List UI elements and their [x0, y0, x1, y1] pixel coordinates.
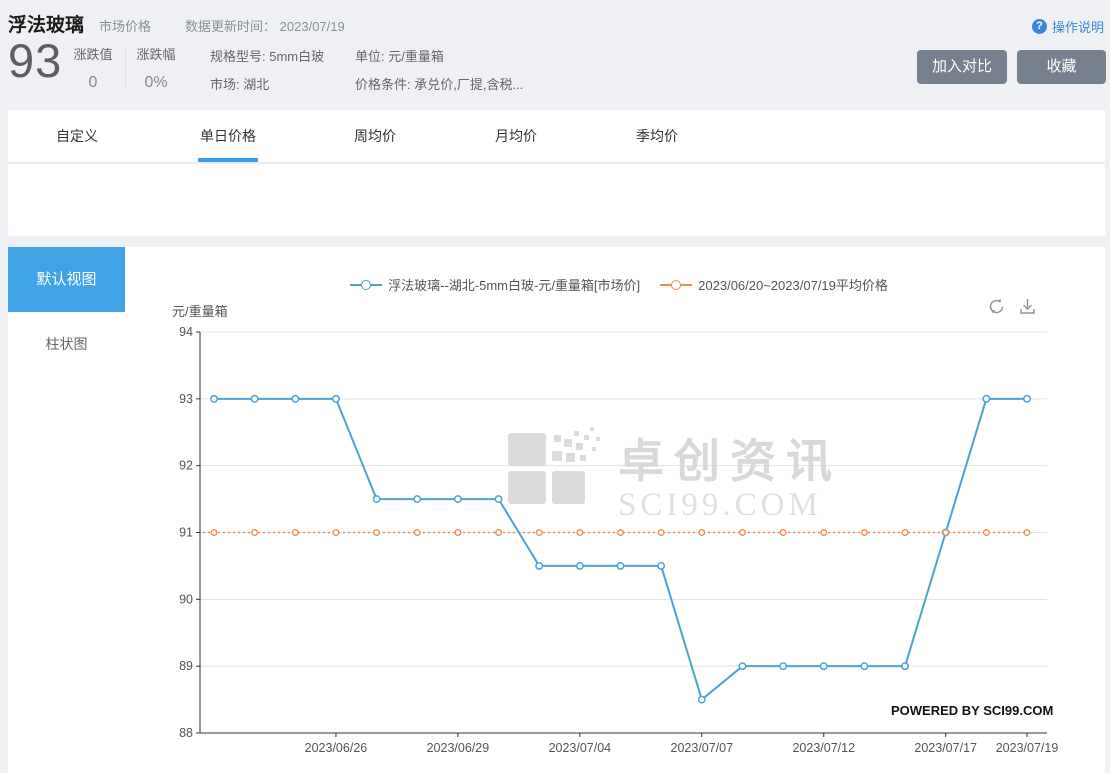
svg-text:89: 89	[179, 659, 193, 673]
update-time: 数据更新时间： 2023/07/19	[185, 16, 345, 35]
price-type-tabbar: 自定义 单日价格 周均价 月均价 季均价	[8, 110, 1105, 163]
update-time-label: 数据更新时间：	[185, 19, 276, 34]
tab-custom[interactable]: 自定义	[56, 110, 98, 162]
sidebar-item-bar-chart[interactable]: 柱状图	[8, 333, 125, 355]
svg-text:2023/07/07: 2023/07/07	[671, 741, 734, 755]
chart-panel: 默认视图 柱状图 浮法玻璃--湖北-5mm白玻-元/重量箱[市场价] 2023/…	[8, 247, 1105, 773]
favorite-button[interactable]: 收藏	[1017, 50, 1106, 84]
y-axis-unit-label: 元/重量箱	[172, 301, 228, 320]
tab-monthly-avg[interactable]: 月均价	[495, 110, 537, 162]
svg-text:2023/07/17: 2023/07/17	[914, 741, 977, 755]
update-time-date: 2023/07/19	[280, 19, 345, 34]
legend-item-average-price: 2023/06/20~2023/07/19平均价格	[660, 275, 888, 294]
help-label: 操作说明	[1052, 17, 1104, 36]
svg-text:2023/06/26: 2023/06/26	[305, 741, 368, 755]
spec-info: 规格型号: 5mm白玻	[210, 43, 324, 71]
tab-daily-price[interactable]: 单日价格	[200, 110, 256, 162]
legend-marker-orange	[660, 280, 692, 290]
change-pct-value: 0%	[133, 74, 179, 92]
legend-label: 浮法玻璃--湖北-5mm白玻-元/重量箱[市场价]	[388, 275, 640, 294]
chart-toolbar	[987, 297, 1037, 316]
time-filter-panel: 时间周期 1个月 3个月 1年 至 确定	[8, 164, 1105, 236]
add-compare-button[interactable]: 加入对比	[917, 50, 1007, 84]
legend-item-market-price: 浮法玻璃--湖北-5mm白玻-元/重量箱[市场价]	[350, 275, 640, 294]
svg-text:91: 91	[179, 526, 193, 540]
change-value-label: 涨跌值	[70, 44, 116, 63]
svg-text:94: 94	[179, 325, 193, 339]
change-value: 0	[70, 74, 116, 92]
chart-legend: 浮法玻璃--湖北-5mm白玻-元/重量箱[市场价] 2023/06/20~202…	[133, 275, 1105, 294]
change-pct-stat: 涨跌幅 0%	[133, 44, 179, 92]
download-icon[interactable]	[1018, 297, 1037, 316]
market-price-label: 市场价格	[99, 16, 151, 35]
current-price: 93	[8, 33, 62, 88]
tab-weekly-avg[interactable]: 周均价	[354, 110, 396, 162]
question-icon: ?	[1032, 19, 1047, 34]
page-header: 浮法玻璃 市场价格 数据更新时间： 2023/07/19 93 涨跌值 0 涨跌…	[0, 0, 1110, 108]
unit-condition-info: 单位: 元/重量箱 价格条件: 承兑价,厂提,含税...	[355, 43, 523, 99]
powered-by-label: POWERED BY SCI99.COM	[891, 703, 1053, 718]
svg-text:2023/07/04: 2023/07/04	[549, 741, 612, 755]
sidebar-item-default-view[interactable]: 默认视图	[8, 247, 125, 312]
refresh-icon[interactable]	[987, 297, 1006, 316]
condition-info: 价格条件: 承兑价,厂提,含税...	[355, 71, 523, 99]
help-link[interactable]: ? 操作说明	[1032, 17, 1104, 36]
svg-text:88: 88	[179, 726, 193, 740]
legend-marker-blue	[350, 280, 382, 290]
svg-text:92: 92	[179, 459, 193, 473]
market-info: 市场: 湖北	[210, 71, 324, 99]
stat-divider	[125, 48, 126, 90]
price-line-chart[interactable]: 88 89 90 91 92 93 94 2023/06/26 2023/06/29 2023/0…	[133, 322, 1110, 767]
unit-info: 单位: 元/重量箱	[355, 43, 523, 71]
legend-label: 2023/06/20~2023/07/19平均价格	[698, 275, 888, 294]
change-value-stat: 涨跌值 0	[70, 44, 116, 92]
chart-main: 浮法玻璃--湖北-5mm白玻-元/重量箱[市场价] 2023/06/20~202…	[133, 247, 1105, 773]
svg-text:2023/07/12: 2023/07/12	[792, 741, 855, 755]
svg-text:93: 93	[179, 392, 193, 406]
svg-text:90: 90	[179, 592, 193, 606]
svg-text:2023/07/19: 2023/07/19	[996, 741, 1059, 755]
spec-market-info: 规格型号: 5mm白玻 市场: 湖北	[210, 43, 324, 99]
svg-text:2023/06/29: 2023/06/29	[427, 741, 490, 755]
tab-quarterly-avg[interactable]: 季均价	[636, 110, 678, 162]
change-pct-label: 涨跌幅	[133, 44, 179, 63]
